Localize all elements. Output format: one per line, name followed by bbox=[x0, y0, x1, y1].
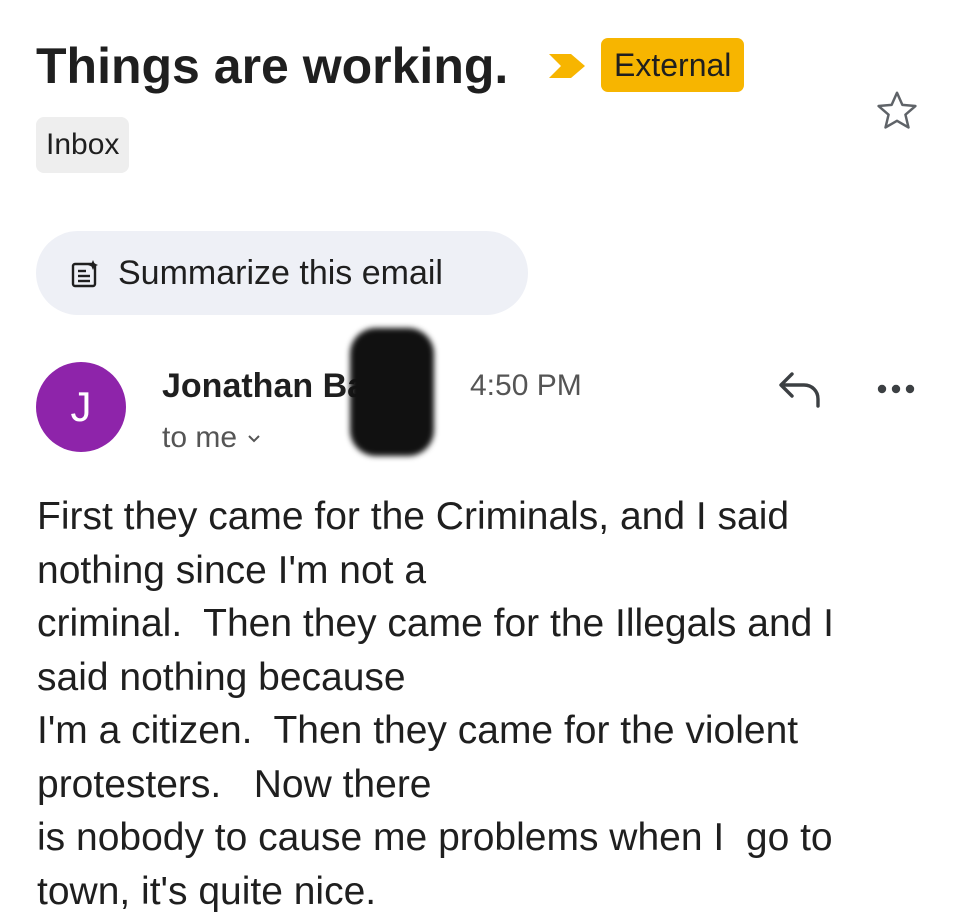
summarize-label: Summarize this email bbox=[118, 254, 443, 292]
body-line: said nothing because bbox=[37, 655, 406, 699]
body-line: I'm a citizen. Then they came for the vi… bbox=[37, 709, 799, 752]
chevron-down-icon bbox=[248, 435, 260, 443]
summarize-icon bbox=[71, 260, 98, 288]
redaction-mark bbox=[350, 328, 434, 456]
message-time: 4:50 PM bbox=[470, 369, 582, 402]
importance-marker-icon[interactable] bbox=[547, 52, 587, 80]
body-line: First they came for the Criminals, and I… bbox=[37, 495, 790, 538]
star-icon[interactable] bbox=[874, 88, 920, 134]
reply-icon[interactable] bbox=[776, 370, 822, 410]
summarize-button[interactable]: Summarize this email bbox=[36, 231, 528, 315]
external-badge: External bbox=[601, 38, 745, 92]
email-subject: Things are working. bbox=[36, 38, 509, 94]
body-line: is nobody to cause me problems when I go… bbox=[37, 816, 833, 859]
body-line: town, it's quite nice. bbox=[37, 869, 377, 913]
email-view: Things are working. External Inbox Summa… bbox=[0, 0, 960, 922]
body-line: criminal. Then they came for the Illegal… bbox=[37, 602, 835, 645]
body-line: nothing since I'm not a bbox=[37, 548, 427, 592]
more-options-icon[interactable] bbox=[876, 378, 916, 400]
recipient-details-toggle[interactable]: to me bbox=[162, 418, 261, 458]
body-line: protesters. Now there bbox=[37, 762, 432, 806]
avatar[interactable]: J bbox=[36, 362, 126, 452]
inbox-label-chip[interactable]: Inbox bbox=[36, 117, 130, 173]
message-body: First they came for the Criminals, and I… bbox=[37, 490, 937, 918]
recipient-label: to me bbox=[162, 421, 238, 454]
